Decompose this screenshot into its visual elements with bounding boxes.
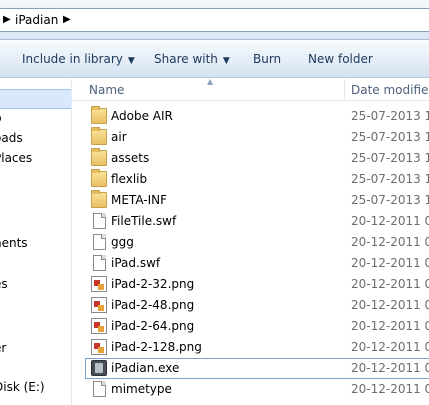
file-date: 25-07-2013 15:	[351, 130, 429, 144]
document-icon	[93, 381, 106, 397]
list-item[interactable]: META-INF 25-07-2013 15:	[73, 190, 429, 211]
nav-selection-highlight	[0, 89, 71, 109]
file-name: iPad-2-48.png	[111, 298, 195, 312]
file-date: 25-07-2013 15:	[351, 109, 429, 123]
command-toolbar: Include in library ▼ Share with ▼ Burn New…	[0, 41, 429, 78]
file-date: 25-07-2013 15:	[351, 151, 429, 165]
list-item[interactable]: iPad.swf 20-12-2011 04:	[73, 253, 429, 274]
nav-item[interactable]: oads	[0, 131, 23, 145]
file-date: 20-12-2011 04:	[351, 277, 429, 291]
nav-item[interactable]: es	[0, 277, 8, 291]
file-name: iPad-2-32.png	[111, 277, 195, 291]
file-date: 20-12-2011 04:	[351, 319, 429, 333]
column-headers: ▲ Name Date modified	[73, 77, 429, 101]
navigation-pane: s p oads Places nents es er Disk (E:)	[0, 79, 72, 405]
image-file-icon	[91, 339, 107, 355]
share-with-button[interactable]: Share with ▼	[154, 52, 230, 66]
file-name: iPad-2-64.png	[111, 319, 195, 333]
list-item[interactable]: Adobe AIR 25-07-2013 15:	[73, 106, 429, 127]
file-name: iPad-2-128.png	[111, 340, 202, 354]
burn-label: Burn	[253, 52, 282, 66]
list-item[interactable]: iPad-2-128.png 20-12-2011 04:	[73, 337, 429, 358]
file-date: 20-12-2011 04:	[351, 298, 429, 312]
list-item[interactable]: mimetype 20-12-2011 04:	[73, 379, 429, 400]
folder-icon	[91, 169, 107, 187]
list-item-focused[interactable]: iPadian.exe 20-12-2011 04:	[73, 358, 429, 379]
file-date: 20-12-2011 04:	[351, 340, 429, 354]
address-bar: ▶ iPadian ▶	[0, 0, 429, 40]
file-name: META-INF	[111, 193, 168, 207]
file-name: flexlib	[111, 172, 148, 186]
breadcrumb-chevron-icon[interactable]: ▶	[63, 14, 71, 25]
file-date: 20-12-2011 04:	[351, 361, 429, 375]
file-name: iPad.swf	[111, 256, 161, 270]
list-item[interactable]: FileTile.swf 20-12-2011 04:	[73, 211, 429, 232]
address-box[interactable]: ▶ iPadian ▶	[0, 8, 429, 32]
nav-item[interactable]: nents	[0, 236, 28, 250]
dropdown-arrow-icon: ▼	[222, 56, 230, 66]
file-date: 20-12-2011 04:	[351, 256, 429, 270]
file-name: ggg	[111, 235, 134, 249]
list-item[interactable]: iPad-2-32.png 20-12-2011 04:	[73, 274, 429, 295]
share-with-label: Share with	[154, 52, 218, 66]
include-in-library-button[interactable]: Include in library ▼	[22, 52, 135, 66]
breadcrumb-current-folder[interactable]: iPadian	[15, 13, 58, 27]
folder-icon	[91, 190, 107, 208]
dropdown-arrow-icon: ▼	[127, 56, 135, 66]
list-item[interactable]: iPad-2-48.png 20-12-2011 04:	[73, 295, 429, 316]
file-name: FileTile.swf	[111, 214, 177, 228]
image-file-icon	[91, 318, 107, 334]
file-name: air	[111, 130, 127, 144]
list-item[interactable]: air 25-07-2013 15:	[73, 127, 429, 148]
image-file-icon	[91, 297, 107, 313]
document-icon	[93, 255, 106, 271]
file-name: Adobe AIR	[111, 109, 173, 123]
file-name: iPadian.exe	[111, 361, 180, 375]
application-icon	[91, 360, 107, 376]
document-icon	[93, 213, 106, 229]
nav-item[interactable]: Places	[0, 151, 32, 165]
file-date: 25-07-2013 15:	[351, 193, 429, 207]
nav-item[interactable]: er	[0, 341, 6, 355]
folder-icon	[91, 127, 107, 145]
new-folder-button[interactable]: New folder	[308, 52, 373, 66]
file-name: assets	[111, 151, 150, 165]
sort-ascending-icon: ▲	[207, 77, 214, 86]
file-date: 25-07-2013 15:	[351, 172, 429, 186]
list-item[interactable]: iPad-2-64.png 20-12-2011 04:	[73, 316, 429, 337]
file-list: Adobe AIR 25-07-2013 15: air 25-07-2013 …	[73, 106, 429, 405]
burn-button[interactable]: Burn	[253, 52, 281, 66]
file-name: mimetype	[111, 382, 172, 396]
list-item[interactable]: assets 25-07-2013 15:	[73, 148, 429, 169]
folder-icon	[91, 148, 107, 166]
image-file-icon	[91, 276, 107, 292]
file-date: 20-12-2011 04:	[351, 235, 429, 249]
column-header-date-modified[interactable]: Date modified	[351, 83, 429, 97]
column-header-name[interactable]: Name	[89, 83, 124, 97]
list-item[interactable]: ggg 20-12-2011 04:	[73, 232, 429, 253]
breadcrumb-chevron-icon[interactable]: ▶	[3, 14, 11, 25]
list-item[interactable]: flexlib 25-07-2013 15:	[73, 169, 429, 190]
include-in-library-label: Include in library	[22, 52, 123, 66]
file-date: 20-12-2011 04:	[351, 214, 429, 228]
new-folder-label: New folder	[308, 52, 373, 66]
document-icon	[93, 234, 106, 250]
column-divider[interactable]	[344, 79, 345, 101]
nav-item[interactable]: Disk (E:)	[0, 380, 45, 394]
folder-icon	[91, 106, 107, 124]
file-date: 20-12-2011 04:	[351, 382, 429, 396]
nav-item[interactable]: p	[0, 111, 2, 125]
